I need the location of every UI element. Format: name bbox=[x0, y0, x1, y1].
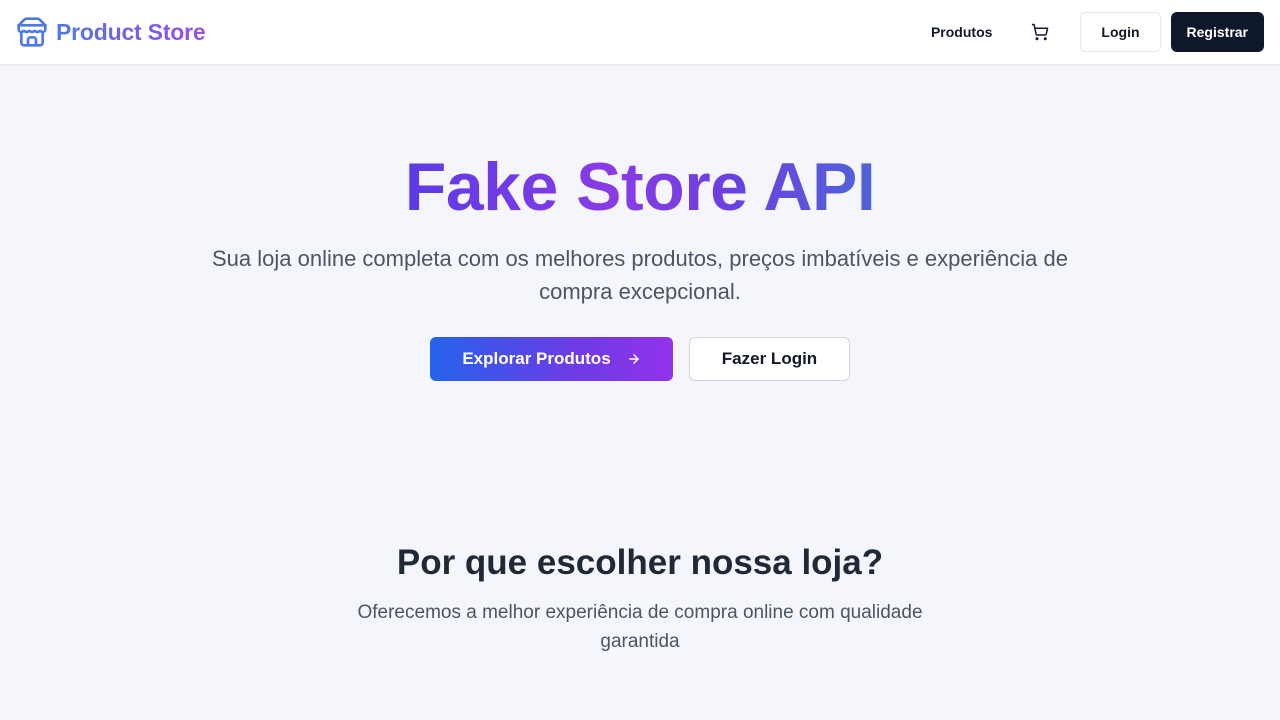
brand-name: Product Store bbox=[56, 18, 206, 45]
main-nav: Produtos Login Registrar bbox=[915, 12, 1264, 52]
brand-logo-link[interactable]: Product Store bbox=[16, 14, 206, 50]
shopping-cart-icon bbox=[1032, 23, 1049, 41]
arrow-right-icon bbox=[628, 354, 639, 364]
register-button[interactable]: Registrar bbox=[1170, 12, 1264, 52]
store-icon bbox=[17, 17, 47, 47]
features-subtitle: Oferecemos a melhor experiência de compr… bbox=[357, 602, 923, 652]
hero-actions: Explorar Produtos Fazer Login bbox=[0, 337, 1280, 381]
hero-title: Fake Store API bbox=[0, 145, 1280, 229]
cart-button[interactable] bbox=[1020, 12, 1060, 52]
hero-login-button[interactable]: Fazer Login bbox=[689, 337, 850, 381]
explore-products-label: Explorar Produtos bbox=[462, 349, 611, 368]
nav-link-produtos[interactable]: Produtos bbox=[915, 12, 1008, 52]
hero-title-text: Fake Store API bbox=[404, 149, 876, 225]
site-header: Product Store Produtos Login Registrar bbox=[0, 0, 1280, 65]
login-button[interactable]: Login bbox=[1080, 12, 1161, 52]
hero-subtitle: Sua loja online completa com os melhores… bbox=[211, 246, 1068, 304]
explore-products-button[interactable]: Explorar Produtos bbox=[430, 337, 673, 381]
features-title: Por que escolher nossa loja? bbox=[396, 543, 884, 582]
